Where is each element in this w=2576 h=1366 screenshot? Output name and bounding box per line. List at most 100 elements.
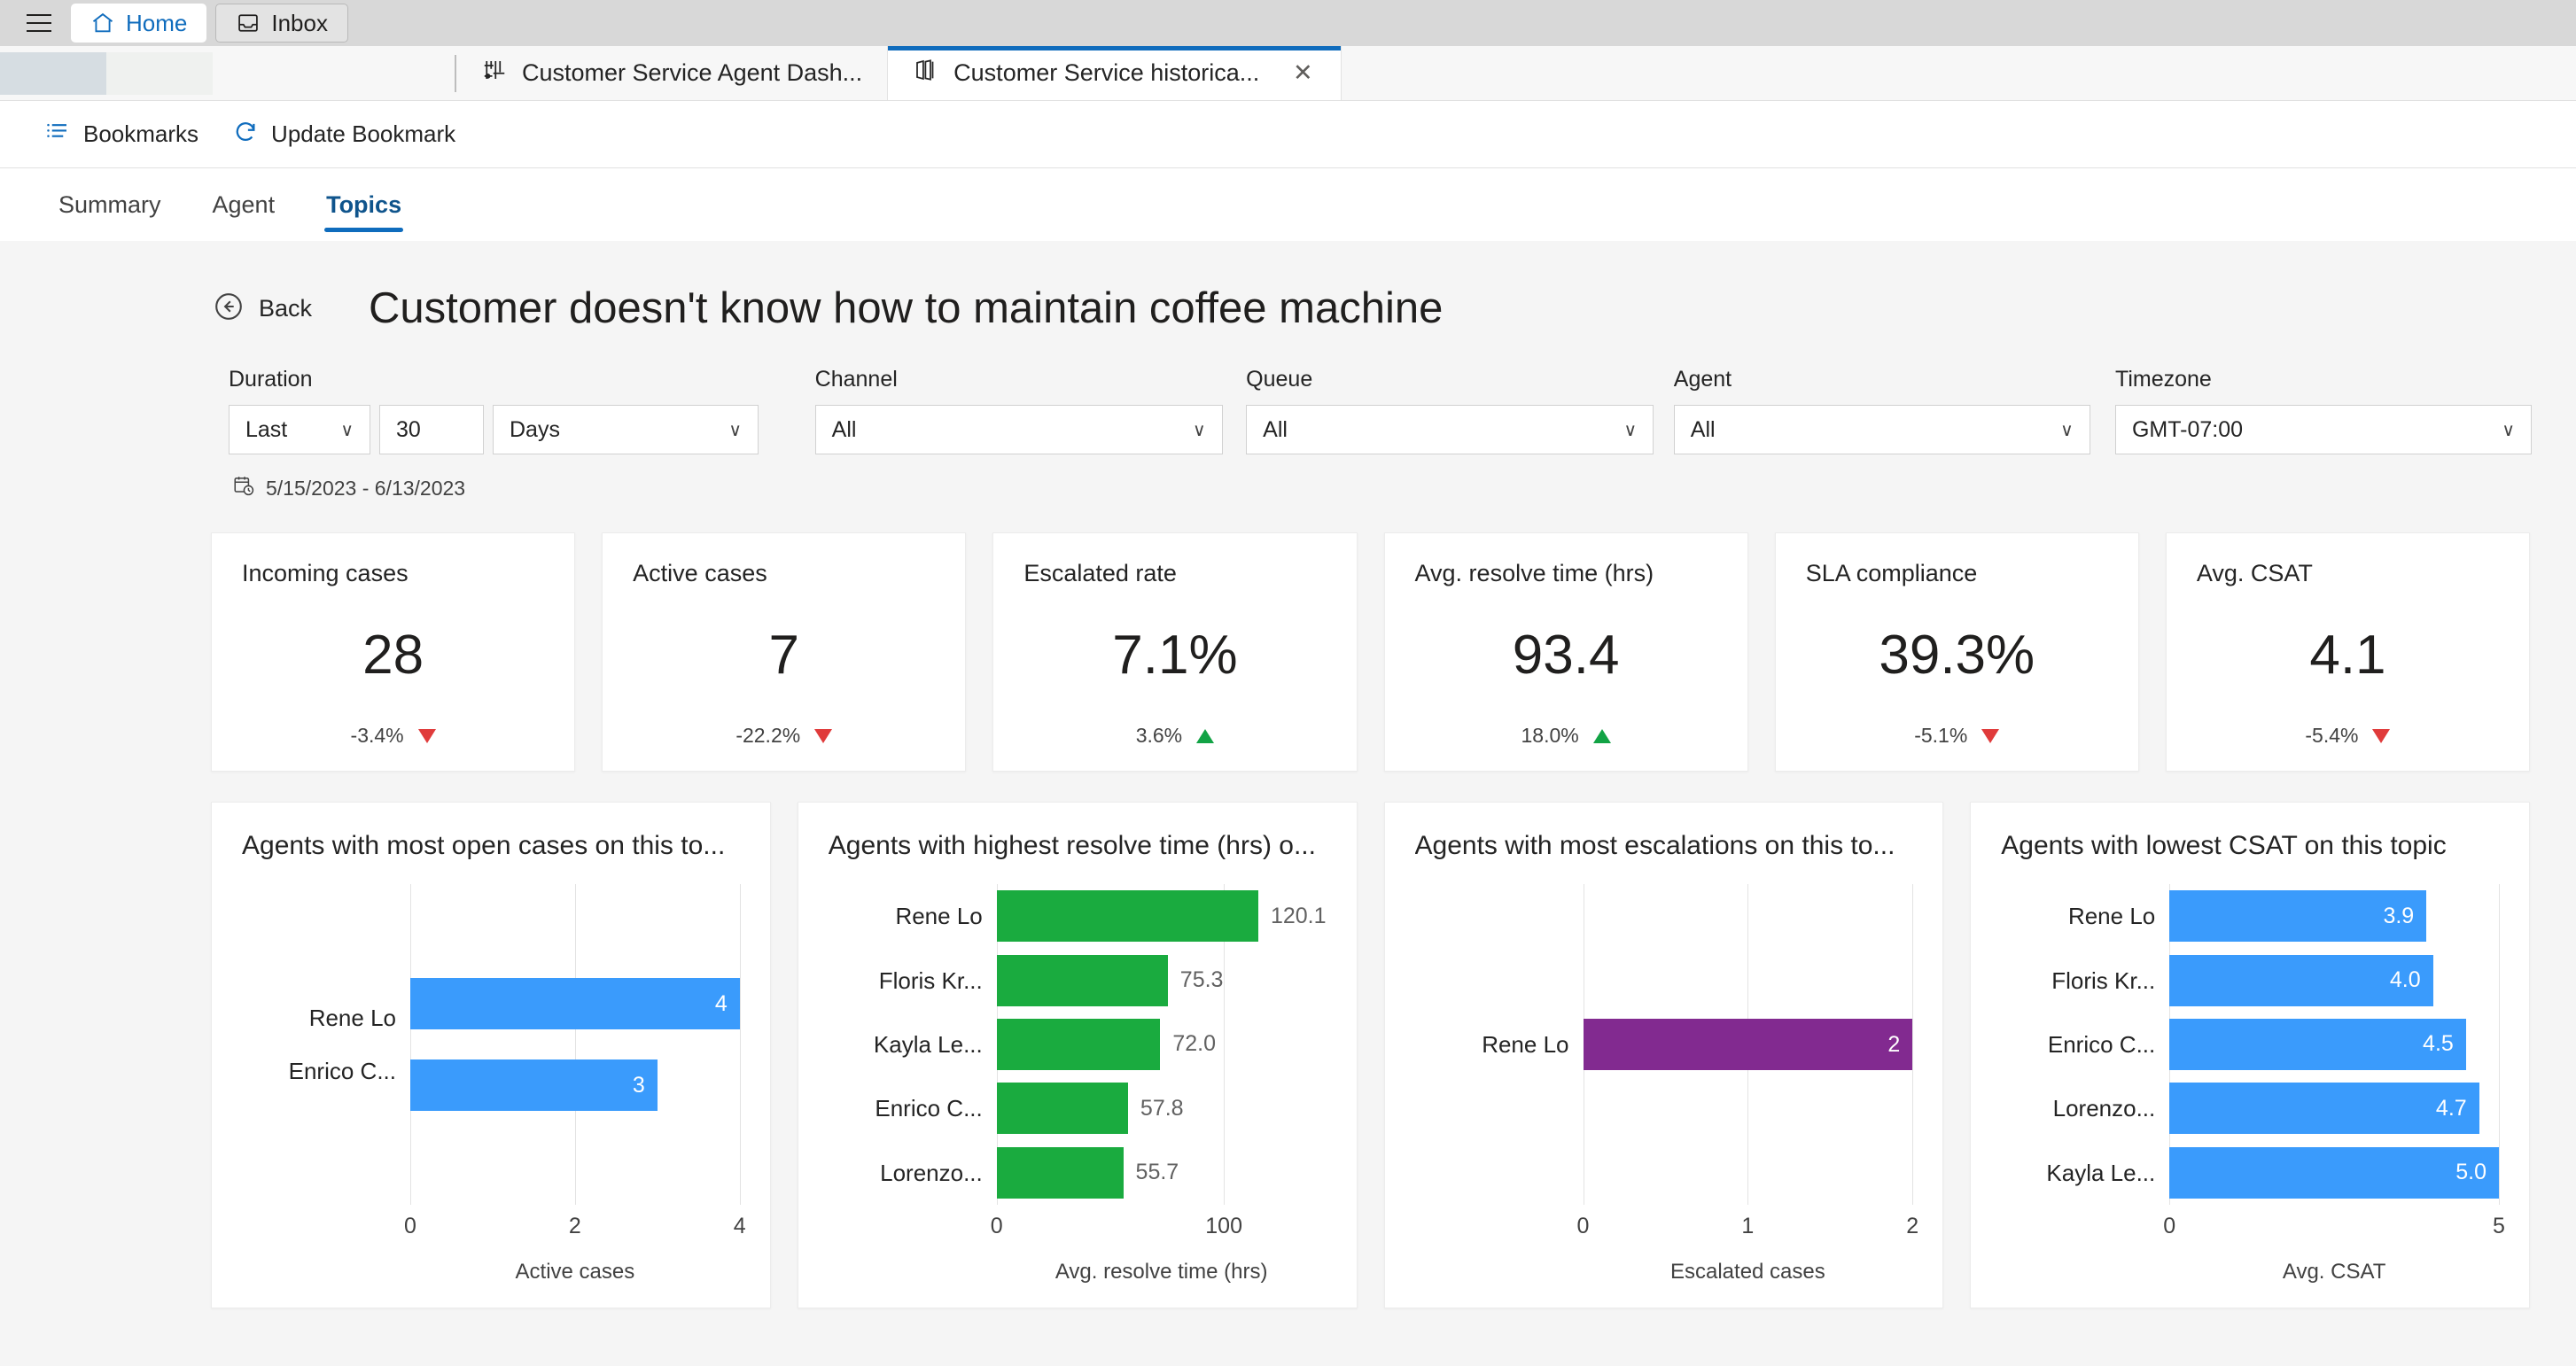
nav-tab-topics[interactable]: Topics: [305, 168, 423, 241]
filter-duration: Duration Last ∨ 30 Days ∨: [229, 367, 815, 454]
chart-bar[interactable]: [996, 1083, 1128, 1135]
chart-x-tick-label: 5: [2493, 1214, 2505, 1238]
queue-select[interactable]: All ∨: [1246, 405, 1654, 454]
chart-bar-row[interactable]: 55.7: [996, 1146, 1327, 1199]
duration-amount-input[interactable]: 30: [379, 405, 484, 454]
chart-bar-row[interactable]: 120.1: [996, 890, 1327, 943]
filter-channel-label: Channel: [814, 367, 898, 392]
chart-x-axis: 05: [2001, 1214, 2505, 1244]
tab-customer-service-historical[interactable]: Customer Service historica... ✕: [887, 46, 1342, 100]
hamburger-icon[interactable]: [16, 4, 62, 43]
chart-category-axis: Rene Lo Floris Kr... Enrico C... Lorenzo...…: [2001, 884, 2169, 1205]
chart-bar[interactable]: 3.9: [2169, 890, 2427, 943]
chart-x-ticks: 0 2 4: [404, 1214, 746, 1244]
queue-value: All: [1263, 416, 1288, 442]
kpi-card: Avg. resolve time (hrs) 93.4 18.0%: [1383, 532, 1748, 772]
chart-category-label: Enrico C...: [875, 1095, 983, 1122]
nav-tab-label: Topics: [326, 190, 402, 218]
placeholder-block-b: [106, 51, 213, 95]
bookmarks-button[interactable]: Bookmarks: [44, 118, 198, 151]
chart-title: Agents with lowest CSAT on this topic: [2001, 831, 2447, 860]
kpi-value: 39.3%: [1879, 625, 2035, 686]
tab-customer-service-agent-dashboard[interactable]: Customer Service Agent Dash...: [456, 46, 887, 100]
chart-category-axis: Rene Lo: [1415, 884, 1584, 1205]
chart-bars: 3.9 4.0 4.5 4.7 5.0: [2169, 884, 2500, 1205]
chart-card: Agents with most open cases on this to..…: [211, 802, 771, 1308]
chart-bar[interactable]: 4.0: [2169, 954, 2433, 1006]
chart-bar-row[interactable]: 72.0: [996, 1018, 1327, 1070]
kpi-title: Incoming cases: [242, 560, 409, 586]
nav-tab-agent[interactable]: Agent: [191, 168, 297, 241]
chart-category-axis: Rene Lo Enrico C...: [242, 884, 410, 1205]
chart-bar-row[interactable]: 57.8: [996, 1083, 1327, 1135]
chart-category-label: Rene Lo: [895, 903, 983, 930]
chart-bar[interactable]: 4: [410, 978, 740, 1029]
chart-bar-row[interactable]: 3.9: [2169, 890, 2499, 943]
nav-tab-summary[interactable]: Summary: [37, 168, 183, 241]
chart-bar[interactable]: [996, 1146, 1124, 1199]
chart-bar-value: 4.5: [2423, 1031, 2454, 1057]
filter-bar: Duration Last ∨ 30 Days ∨ Channel All ∨: [0, 333, 2576, 454]
chart-category-label: Floris Kr...: [878, 966, 983, 994]
filter-queue: Queue All ∨: [1246, 367, 1674, 454]
chart-bar-value: 4.7: [2435, 1095, 2467, 1121]
chart-title: Agents with most open cases on this to..…: [242, 831, 726, 860]
command-bar: Bookmarks Update Bookmark: [0, 101, 2576, 168]
chart-x-tick-label: 0: [2163, 1214, 2176, 1238]
chart-bar-row[interactable]: 4: [410, 978, 740, 1029]
agent-select[interactable]: All ∨: [1673, 405, 2090, 454]
chart-plot-area: Rene Lo Enrico C... 4 3: [242, 884, 741, 1205]
chart-bar-row[interactable]: 75.3: [996, 954, 1327, 1006]
filter-timezone-label: Timezone: [2114, 367, 2212, 392]
chart-x-tick-label: 2: [568, 1214, 581, 1238]
app-bar: Home Inbox: [0, 0, 2576, 46]
inbox-icon: [236, 11, 261, 35]
update-bookmark-label: Update Bookmark: [271, 120, 456, 147]
chart-bar-row[interactable]: 2: [1583, 1019, 1913, 1070]
chart-bar-row[interactable]: 3: [410, 1059, 740, 1111]
chart-x-axis: 0 2 4: [242, 1214, 746, 1244]
chart-bar[interactable]: 3: [410, 1059, 658, 1111]
chart-bar-row[interactable]: 4.5: [2169, 1018, 2499, 1070]
app-button-home[interactable]: Home: [71, 4, 207, 43]
channel-select[interactable]: All ∨: [814, 405, 1223, 454]
app-button-inbox-label: Inbox: [271, 9, 328, 36]
app-button-inbox[interactable]: Inbox: [215, 4, 348, 43]
chevron-down-icon: ∨: [340, 420, 354, 440]
chart-bar-value: 72.0: [1172, 1031, 1216, 1057]
chart-bar[interactable]: 5.0: [2169, 1146, 2499, 1199]
duration-unit-select[interactable]: Days ∨: [493, 405, 759, 454]
chart-bar[interactable]: 4.5: [2169, 1018, 2466, 1070]
chart-x-tick-label: 0: [990, 1214, 1003, 1238]
placeholder-block-a: [0, 51, 106, 95]
chart-bar-value: 5.0: [2455, 1160, 2487, 1185]
date-range: 5/15/2023 - 6/13/2023: [0, 454, 2576, 502]
kpi-card: Incoming cases 28 -3.4%: [211, 532, 576, 772]
timezone-select[interactable]: GMT-07:00 ∨: [2114, 405, 2532, 454]
kpi-delta-text: -5.1%: [1914, 724, 1968, 747]
chart-category-label: Lorenzo...: [880, 1159, 983, 1186]
chart-bar[interactable]: 4.7: [2169, 1083, 2479, 1135]
chart-bars: 2: [1583, 884, 1914, 1205]
chart-bar-row[interactable]: 4.7: [2169, 1083, 2499, 1135]
chart-category-label: Enrico C...: [288, 1058, 396, 1084]
kpi-card: Avg. CSAT 4.1 -5.4%: [2165, 532, 2531, 772]
filter-timezone: Timezone GMT-07:00 ∨: [2114, 367, 2532, 454]
chart-bar[interactable]: 2: [1583, 1019, 1913, 1070]
chart-bar-row[interactable]: 5.0: [2169, 1146, 2499, 1199]
filter-channel: Channel All ∨: [814, 367, 1247, 454]
chart-bar[interactable]: [996, 1018, 1161, 1070]
chart-bar-value: 3.9: [2383, 903, 2415, 928]
chart-bar-value: 55.7: [1135, 1160, 1179, 1185]
close-icon[interactable]: ✕: [1289, 59, 1316, 87]
chart-bar[interactable]: [996, 890, 1258, 943]
kpi-value: 7: [768, 625, 799, 686]
duration-amount-value: 30: [396, 416, 421, 442]
chart-bar-row[interactable]: 4.0: [2169, 954, 2499, 1006]
back-button[interactable]: Back: [213, 291, 312, 327]
duration-relative-select[interactable]: Last ∨: [229, 405, 370, 454]
chart-x-axis: 0 1 2: [1415, 1214, 1919, 1244]
update-bookmark-button[interactable]: Update Bookmark: [232, 118, 455, 151]
chart-category-label: Rene Lo: [308, 1005, 396, 1031]
chart-bar[interactable]: [996, 954, 1168, 1006]
